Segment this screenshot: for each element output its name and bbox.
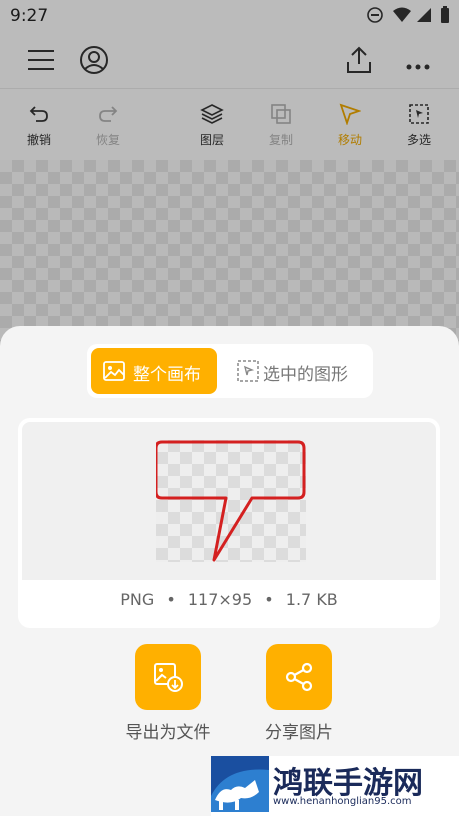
tab-selected-shapes-label: 选中的图形 [263, 365, 348, 385]
speech-bubble-shape [156, 440, 306, 562]
export-file-button[interactable]: 导出为文件 [108, 644, 228, 743]
preview-area [22, 422, 436, 580]
share-icon [285, 662, 313, 692]
selection-icon [237, 360, 259, 382]
info-separator: • [166, 590, 176, 609]
export-file-icon-tile[interactable] [135, 644, 201, 710]
export-file-label: 导出为文件 [125, 723, 211, 743]
image-dimensions: 117×95 [187, 590, 253, 609]
export-preview-card: PNG • 117×95 • 1.7 KB [18, 418, 440, 628]
site-watermark: 鸿联手游网 www.henanhonglian95.com [211, 756, 459, 816]
tab-whole-canvas[interactable]: 整个画布 [91, 348, 217, 394]
image-icon [103, 361, 125, 381]
export-scope-toggle: 整个画布 选中的图形 [87, 344, 373, 398]
export-image-icon [154, 663, 183, 692]
share-image-label: 分享图片 [265, 723, 333, 743]
watermark-url: www.henanhonglian95.com [273, 796, 412, 807]
tab-selected-shapes[interactable]: 选中的图形 [227, 348, 367, 394]
file-size: 1.7 KB [285, 590, 338, 609]
tab-whole-canvas-label: 整个画布 [133, 365, 201, 385]
preview-file-info: PNG • 117×95 • 1.7 KB [18, 590, 440, 609]
info-separator: • [264, 590, 274, 609]
share-image-icon-tile[interactable] [266, 644, 332, 710]
file-format: PNG [120, 590, 155, 609]
preview-image [156, 440, 306, 562]
export-bottom-sheet: 整个画布 选中的图形 PNG • 117×95 • 1.7 KB 导出为文件 分… [0, 326, 459, 816]
watermark-logo-icon [211, 756, 269, 812]
share-image-button[interactable]: 分享图片 [239, 644, 359, 743]
